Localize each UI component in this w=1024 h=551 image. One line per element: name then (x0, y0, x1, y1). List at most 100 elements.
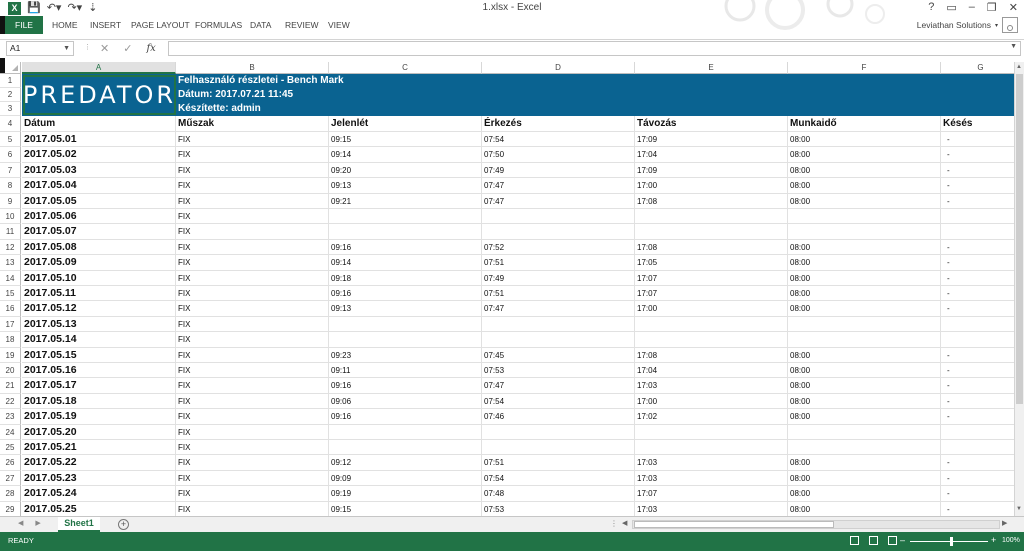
table-cell[interactable]: 2017.05.18 (22, 393, 176, 410)
scroll-down-icon[interactable]: ▼ (1016, 506, 1022, 512)
page-break-view-icon[interactable] (888, 536, 897, 545)
table-cell[interactable] (482, 440, 635, 456)
table-cell[interactable]: 07:54 (482, 132, 635, 148)
column-header-b[interactable]: B (176, 62, 329, 74)
formula-input[interactable]: ▼ (168, 41, 1021, 56)
row-header-3[interactable]: 3 (0, 102, 21, 116)
table-cell[interactable]: 09:23 (329, 347, 482, 363)
table-cell[interactable]: 2017.05.17 (22, 378, 176, 394)
row-header-27[interactable]: 27 (0, 470, 21, 487)
table-cell[interactable]: - (941, 240, 1014, 256)
table-cell[interactable]: - (941, 271, 1014, 286)
row-header-4[interactable]: 4 (0, 116, 21, 132)
table-cell[interactable] (329, 224, 482, 240)
prev-sheet-icon[interactable]: ◀ (18, 519, 23, 527)
column-header-g[interactable]: G (941, 62, 1014, 74)
table-cell[interactable]: 09:16 (329, 378, 482, 394)
table-cell[interactable]: FIX (176, 147, 329, 163)
table-cell[interactable] (482, 316, 635, 333)
row-header-15[interactable]: 15 (0, 286, 21, 302)
column-header-f[interactable]: F (788, 62, 941, 74)
row-header-1[interactable]: 1 (0, 74, 21, 88)
table-cell[interactable]: - (941, 378, 1014, 394)
table-cell[interactable]: 08:00 (788, 409, 941, 425)
row-header-6[interactable]: 6 (0, 147, 21, 163)
table-cell[interactable] (482, 424, 635, 440)
tab-page-layout[interactable]: PAGE LAYOUT (131, 16, 190, 34)
table-cell[interactable]: 2017.05.23 (22, 470, 176, 487)
table-cell[interactable] (788, 316, 941, 333)
table-header-cell[interactable]: Jelenlét (329, 116, 482, 132)
table-cell[interactable]: 2017.05.14 (22, 332, 176, 348)
table-cell[interactable]: 07:50 (482, 147, 635, 163)
table-cell[interactable]: 08:00 (788, 193, 941, 209)
zoom-out-icon[interactable]: – (900, 535, 905, 545)
table-cell[interactable] (941, 224, 1014, 240)
row-header-20[interactable]: 20 (0, 363, 21, 379)
table-cell[interactable]: - (941, 163, 1014, 179)
table-cell[interactable]: 08:00 (788, 393, 941, 410)
row-header-17[interactable]: 17 (0, 316, 21, 333)
horizontal-scrollbar[interactable]: ◀ ▶ (620, 519, 1010, 530)
table-cell[interactable]: 07:49 (482, 270, 635, 286)
minimize-button[interactable]: – (969, 1, 975, 14)
row-header-23[interactable]: 23 (0, 409, 21, 425)
next-sheet-icon[interactable]: ▶ (35, 519, 40, 527)
table-cell[interactable]: FIX (176, 332, 329, 348)
tab-split-grip-icon[interactable]: ⋮ (610, 519, 618, 528)
table-cell[interactable] (788, 332, 941, 348)
table-cell[interactable]: FIX (176, 470, 329, 487)
zoom-in-icon[interactable]: + (991, 535, 996, 545)
table-cell[interactable]: - (941, 348, 1014, 363)
table-cell[interactable] (635, 316, 788, 333)
vertical-scroll-thumb[interactable] (1016, 74, 1023, 404)
row-header-5[interactable]: 5 (0, 132, 21, 148)
table-cell[interactable]: 09:14 (329, 147, 482, 163)
table-cell[interactable]: 08:00 (788, 347, 941, 363)
enter-icon[interactable]: ✓ (123, 42, 132, 55)
table-cell[interactable]: FIX (176, 178, 329, 194)
row-header-8[interactable]: 8 (0, 178, 21, 194)
table-cell[interactable]: 2017.05.09 (22, 255, 176, 271)
table-cell[interactable]: 2017.05.07 (22, 224, 176, 240)
table-cell[interactable] (941, 209, 1014, 225)
table-cell[interactable]: 08:00 (788, 470, 941, 487)
table-cell[interactable]: 2017.05.01 (22, 132, 176, 148)
table-cell[interactable]: 17:00 (635, 393, 788, 410)
table-cell[interactable] (941, 425, 1014, 440)
table-cell[interactable]: 17:05 (635, 255, 788, 271)
table-cell[interactable]: 2017.05.16 (22, 363, 176, 379)
tab-home[interactable]: HOME (52, 16, 78, 34)
table-cell[interactable]: 08:00 (788, 378, 941, 394)
table-cell[interactable]: 08:00 (788, 486, 941, 502)
table-cell[interactable]: 17:07 (635, 286, 788, 302)
table-cell[interactable]: 08:00 (788, 132, 941, 148)
tab-insert[interactable]: INSERT (90, 16, 121, 34)
table-cell[interactable]: 07:47 (482, 378, 635, 394)
table-header-cell[interactable]: Munkaidő (788, 116, 941, 132)
table-cell[interactable]: FIX (176, 132, 329, 148)
table-cell[interactable]: FIX (176, 209, 329, 225)
table-cell[interactable]: 08:00 (788, 363, 941, 379)
tab-formulas[interactable]: FORMULAS (195, 16, 242, 34)
table-cell[interactable]: 08:00 (788, 501, 941, 516)
table-cell[interactable]: 2017.05.22 (22, 455, 176, 471)
table-cell[interactable]: 17:09 (635, 162, 788, 179)
column-header-a[interactable]: A (22, 62, 176, 74)
table-cell[interactable] (788, 440, 941, 456)
row-header-28[interactable]: 28 (0, 486, 21, 502)
table-cell[interactable]: 2017.05.11 (22, 286, 176, 302)
table-cell[interactable]: 09:13 (329, 301, 482, 317)
table-cell[interactable]: FIX (176, 255, 329, 271)
add-sheet-button[interactable]: + (118, 519, 129, 530)
account-menu[interactable]: Leviathan Solutions ▾ (917, 16, 1018, 34)
table-cell[interactable]: 07:53 (482, 501, 635, 516)
restore-button[interactable]: ❐ (987, 1, 997, 14)
table-cell[interactable]: - (941, 194, 1014, 209)
table-cell[interactable] (329, 316, 482, 333)
scroll-up-icon[interactable]: ▲ (1016, 64, 1022, 70)
table-cell[interactable]: - (941, 363, 1014, 379)
row-header-7[interactable]: 7 (0, 162, 21, 179)
table-cell[interactable]: FIX (176, 501, 329, 516)
table-cell[interactable]: 17:07 (635, 270, 788, 286)
